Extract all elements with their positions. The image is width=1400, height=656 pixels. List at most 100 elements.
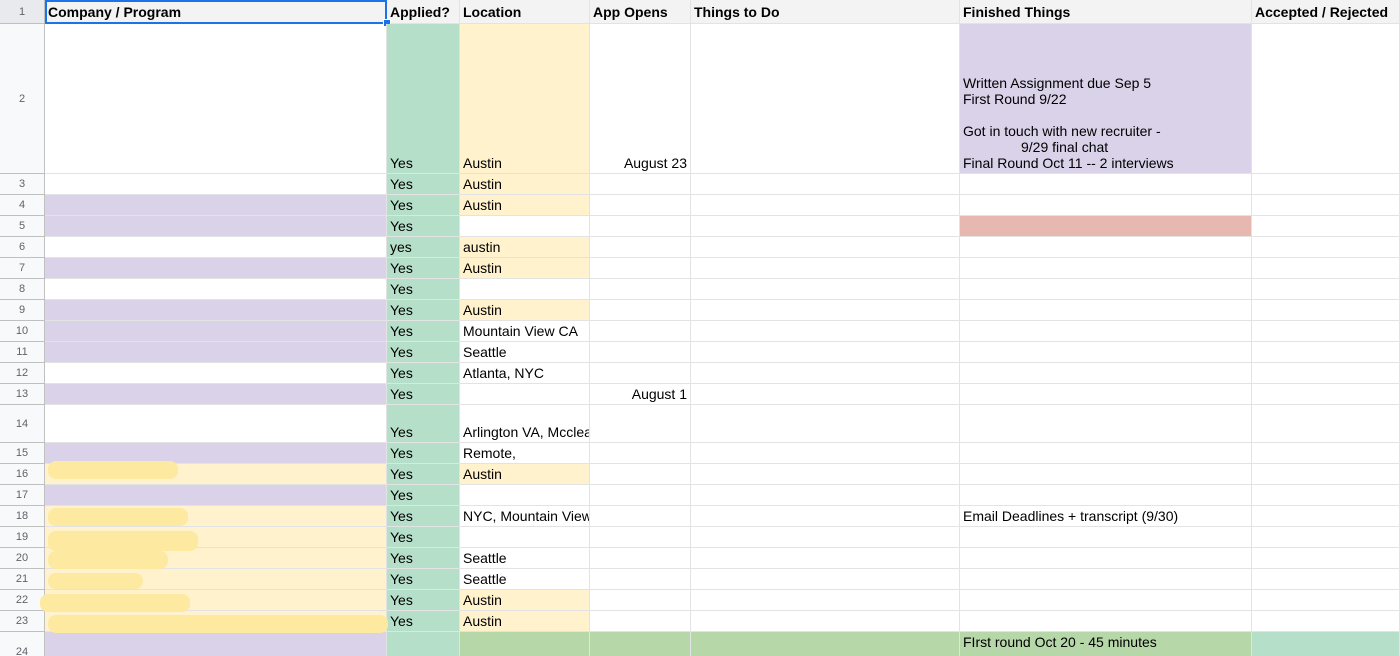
cell-applied[interactable]: Yes (387, 611, 460, 632)
cell-finished[interactable]: FIrst round Oct 20 - 45 minutes (960, 632, 1252, 656)
cell-things_to_do[interactable] (691, 342, 960, 363)
cell-location[interactable]: NYC, Mountain View (460, 506, 590, 527)
cell-finished[interactable] (960, 174, 1252, 195)
cell-finished[interactable] (960, 611, 1252, 632)
cell-applied[interactable]: Yes (387, 24, 460, 174)
row-header-13[interactable]: 13 (0, 384, 45, 405)
row-header-24[interactable]: 24 (0, 632, 45, 656)
row-header-21[interactable]: 21 (0, 569, 45, 590)
cell-company[interactable] (45, 195, 387, 216)
cell-company[interactable] (45, 384, 387, 405)
cell-applied[interactable]: yes (387, 237, 460, 258)
cell-company[interactable] (45, 279, 387, 300)
cell-app_opens[interactable] (590, 363, 691, 384)
row-header-8[interactable]: 8 (0, 279, 45, 300)
row-header-14[interactable]: 14 (0, 405, 45, 443)
cell-things_to_do[interactable] (691, 216, 960, 237)
cell-app_opens[interactable] (590, 548, 691, 569)
row-header-1[interactable]: 1 (0, 0, 45, 24)
cell-things_to_do[interactable] (691, 258, 960, 279)
cell-applied[interactable]: Yes (387, 527, 460, 548)
cell-app_opens[interactable] (590, 569, 691, 590)
cell-finished[interactable] (960, 464, 1252, 485)
cell-things_to_do[interactable] (691, 237, 960, 258)
cell-accepted[interactable] (1252, 258, 1400, 279)
row-header-15[interactable]: 15 (0, 443, 45, 464)
row-header-16[interactable]: 16 (0, 464, 45, 485)
cell-applied[interactable]: Yes (387, 384, 460, 405)
cell-accepted[interactable] (1252, 384, 1400, 405)
cell-company[interactable] (45, 237, 387, 258)
cell-accepted[interactable] (1252, 300, 1400, 321)
cell-applied[interactable]: Yes (387, 258, 460, 279)
cell-location[interactable] (460, 216, 590, 237)
cell-app_opens[interactable] (590, 405, 691, 443)
cell-finished[interactable] (960, 216, 1252, 237)
cell-applied[interactable]: Yes (387, 174, 460, 195)
cell-finished[interactable]: Email Deadlines + transcript (9/30) (960, 506, 1252, 527)
cell-location[interactable] (460, 485, 590, 506)
cell-company[interactable] (45, 300, 387, 321)
column-header-location[interactable]: Location (460, 0, 590, 24)
cell-accepted[interactable] (1252, 527, 1400, 548)
column-header-applied[interactable]: Applied? (387, 0, 460, 24)
cell-app_opens[interactable]: August 23 (590, 24, 691, 174)
cell-applied[interactable]: Yes (387, 590, 460, 611)
cell-app_opens[interactable] (590, 195, 691, 216)
cell-location[interactable]: Seattle (460, 342, 590, 363)
cell-applied[interactable]: Yes (387, 485, 460, 506)
cell-location[interactable]: Austin (460, 258, 590, 279)
cell-things_to_do[interactable] (691, 300, 960, 321)
cell-location[interactable]: Atlanta, NYC (460, 363, 590, 384)
column-header-accepted[interactable]: Accepted / Rejected (1252, 0, 1400, 24)
cell-applied[interactable]: Yes (387, 342, 460, 363)
cell-accepted[interactable] (1252, 405, 1400, 443)
cell-finished[interactable] (960, 237, 1252, 258)
cell-accepted[interactable] (1252, 464, 1400, 485)
cell-finished[interactable] (960, 485, 1252, 506)
row-header-4[interactable]: 4 (0, 195, 45, 216)
cell-accepted[interactable] (1252, 216, 1400, 237)
cell-app_opens[interactable] (590, 258, 691, 279)
cell-finished[interactable] (960, 405, 1252, 443)
row-header-20[interactable]: 20 (0, 548, 45, 569)
cell-accepted[interactable] (1252, 590, 1400, 611)
cell-accepted[interactable] (1252, 548, 1400, 569)
cell-company[interactable] (45, 485, 387, 506)
cell-company[interactable] (45, 174, 387, 195)
cell-location[interactable]: Austin (460, 24, 590, 174)
row-header-22[interactable]: 22 (0, 590, 45, 611)
cell-applied[interactable]: Yes (387, 548, 460, 569)
cell-app_opens[interactable] (590, 321, 691, 342)
cell-company[interactable] (45, 363, 387, 384)
cell-things_to_do[interactable] (691, 590, 960, 611)
cell-finished[interactable] (960, 527, 1252, 548)
cell-things_to_do[interactable] (691, 506, 960, 527)
cell-location[interactable]: Austin (460, 174, 590, 195)
cell-finished[interactable] (960, 569, 1252, 590)
cell-finished[interactable]: Written Assignment due Sep 5 First Round … (960, 24, 1252, 174)
row-header-19[interactable]: 19 (0, 527, 45, 548)
cell-applied[interactable]: Yes (387, 464, 460, 485)
cell-app_opens[interactable] (590, 485, 691, 506)
cell-finished[interactable] (960, 548, 1252, 569)
row-header-18[interactable]: 18 (0, 506, 45, 527)
cell-app_opens[interactable] (590, 506, 691, 527)
cell-accepted[interactable] (1252, 321, 1400, 342)
cell-company[interactable] (45, 405, 387, 443)
cell-accepted[interactable] (1252, 569, 1400, 590)
cell-accepted[interactable] (1252, 174, 1400, 195)
cell-things_to_do[interactable] (691, 569, 960, 590)
cell-things_to_do[interactable] (691, 611, 960, 632)
cell-things_to_do[interactable] (691, 443, 960, 464)
cell-applied[interactable]: Yes (387, 195, 460, 216)
cell-things_to_do[interactable] (691, 485, 960, 506)
cell-things_to_do[interactable] (691, 405, 960, 443)
cell-applied[interactable]: Yes (387, 279, 460, 300)
cell-location[interactable]: Austin (460, 464, 590, 485)
cell-location[interactable] (460, 632, 590, 656)
cell-finished[interactable] (960, 258, 1252, 279)
row-header-2[interactable]: 2 (0, 24, 45, 174)
cell-location[interactable] (460, 527, 590, 548)
cell-app_opens[interactable] (590, 443, 691, 464)
